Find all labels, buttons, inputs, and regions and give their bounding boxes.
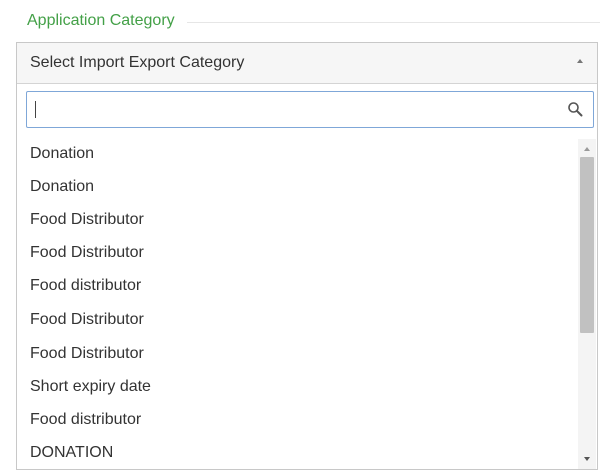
scroll-up-arrow-icon[interactable] [584, 147, 590, 151]
search-icon [568, 102, 583, 117]
legend-label: Application Category [27, 11, 187, 31]
option-item[interactable]: Food Distributor [30, 205, 144, 235]
option-item[interactable]: Donation [30, 172, 94, 202]
application-category-legend: Application Category [27, 9, 600, 33]
text-cursor [35, 101, 36, 118]
search-input[interactable] [28, 93, 553, 126]
dropdown-search-box [26, 91, 594, 128]
dropdown-placeholder: Select Import Export Category [30, 54, 245, 71]
option-item[interactable]: Donation [30, 139, 94, 169]
options-list: Donation Donation Food Distributor Food … [17, 139, 581, 469]
option-item[interactable]: Short expiry date [30, 372, 151, 402]
chevron-up-icon[interactable] [577, 59, 583, 63]
options-scrollbar[interactable] [578, 139, 596, 469]
dropdown-selected-display[interactable]: Select Import Export Category [17, 43, 597, 84]
option-item[interactable]: Food distributor [30, 405, 141, 435]
option-item[interactable]: Food Distributor [30, 305, 144, 335]
option-item[interactable]: Food distributor [30, 271, 141, 301]
option-item[interactable]: Food Distributor [30, 238, 144, 268]
option-item[interactable]: DONATION [30, 438, 113, 468]
scroll-down-arrow-icon[interactable] [584, 457, 590, 461]
option-item[interactable]: Food Distributor [30, 339, 144, 369]
scroll-thumb[interactable] [580, 157, 594, 333]
category-dropdown: Select Import Export Category Donation D… [16, 42, 598, 470]
